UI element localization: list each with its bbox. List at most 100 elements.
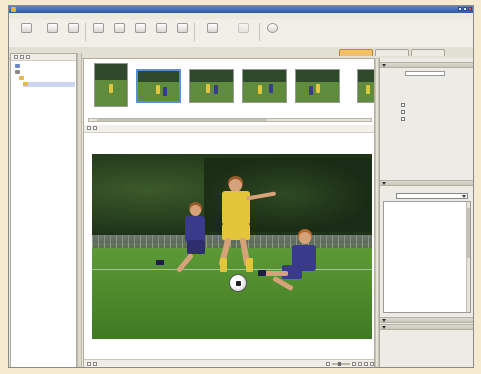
property-row bbox=[383, 88, 471, 92]
toolbar-label bbox=[130, 35, 150, 39]
help-button[interactable] bbox=[262, 23, 282, 45]
view-button[interactable] bbox=[172, 23, 192, 45]
photo-grass bbox=[92, 248, 372, 339]
section-header-information[interactable] bbox=[380, 180, 473, 186]
menu-item[interactable] bbox=[58, 14, 66, 18]
player-sock bbox=[156, 260, 164, 265]
folder-panel bbox=[10, 53, 77, 367]
filmstrip-thumbnail[interactable] bbox=[242, 69, 287, 103]
edit-button[interactable] bbox=[197, 23, 227, 45]
tree-item-drive[interactable] bbox=[15, 70, 75, 75]
zoom-out-icon[interactable] bbox=[326, 362, 330, 366]
information-scroll-thumb[interactable] bbox=[467, 208, 470, 258]
import-button[interactable] bbox=[63, 23, 83, 45]
slideshow-button[interactable] bbox=[130, 23, 150, 45]
menu-item[interactable] bbox=[49, 14, 56, 18]
folder-refresh-button[interactable] bbox=[26, 55, 30, 59]
folder-panel-toolbar bbox=[11, 54, 76, 61]
section-header-properties[interactable] bbox=[380, 62, 473, 68]
print-button[interactable] bbox=[88, 23, 108, 45]
folder-new-button[interactable] bbox=[20, 55, 24, 59]
thumb-figure bbox=[163, 87, 167, 96]
disabled-tool-icon bbox=[238, 23, 249, 33]
mail-button[interactable] bbox=[109, 23, 129, 45]
zoom-slider-knob[interactable] bbox=[338, 362, 341, 366]
name-field[interactable] bbox=[405, 71, 445, 76]
thumb-background bbox=[95, 64, 127, 80]
camera-control-button[interactable] bbox=[11, 23, 41, 45]
thumb-background bbox=[243, 70, 286, 83]
maximize-button[interactable] bbox=[463, 7, 467, 11]
panel-splitter[interactable] bbox=[77, 53, 82, 367]
collapse-arrow-icon bbox=[382, 319, 386, 322]
thumb-figure bbox=[309, 86, 313, 95]
fit-window-icon[interactable] bbox=[358, 362, 362, 366]
collapse-arrow-icon bbox=[382, 326, 386, 329]
toolbar-separator bbox=[85, 23, 86, 41]
main-toolbar bbox=[9, 19, 473, 48]
filmstrip-thumbnail[interactable] bbox=[295, 69, 340, 103]
zoom-slider[interactable] bbox=[332, 362, 350, 366]
player-head bbox=[299, 232, 311, 244]
transfer-icon bbox=[47, 23, 58, 33]
tree-item-folder-selected[interactable] bbox=[23, 82, 75, 87]
toolbar-label bbox=[42, 35, 62, 39]
tab-view-mode[interactable] bbox=[411, 49, 445, 56]
option-checkbox[interactable] bbox=[401, 103, 405, 107]
section-header-collapsed[interactable] bbox=[380, 324, 473, 330]
actual-size-icon[interactable] bbox=[370, 362, 374, 366]
show-select[interactable] bbox=[396, 193, 468, 199]
folder-icon bbox=[19, 76, 24, 80]
title-bar bbox=[9, 6, 473, 13]
toolbar-label bbox=[88, 35, 108, 39]
tab-view-mode[interactable] bbox=[375, 49, 409, 56]
filmstrip-thumbnail[interactable] bbox=[136, 69, 181, 103]
toolbar-label bbox=[109, 35, 129, 39]
browse-button[interactable] bbox=[151, 23, 171, 45]
main-photo bbox=[92, 154, 372, 339]
thumb-figure bbox=[214, 85, 218, 94]
tab-view-mode[interactable] bbox=[339, 49, 373, 56]
information-scrollbar[interactable] bbox=[466, 202, 470, 312]
player-head bbox=[190, 205, 201, 216]
menu-item[interactable] bbox=[68, 14, 75, 18]
slideshow-icon bbox=[135, 23, 146, 33]
close-button[interactable] bbox=[468, 7, 472, 11]
drive-icon bbox=[15, 70, 20, 74]
minimize-button[interactable] bbox=[458, 7, 462, 11]
menu-item[interactable] bbox=[40, 14, 47, 18]
filmstrip-thumbnail[interactable] bbox=[357, 69, 374, 103]
toolbar-separator bbox=[259, 23, 260, 41]
menu-item[interactable] bbox=[31, 14, 38, 18]
toolbar-label bbox=[262, 35, 282, 39]
menu-item[interactable] bbox=[13, 14, 20, 18]
print-icon bbox=[93, 23, 104, 33]
ball-patch bbox=[236, 281, 241, 286]
filmstrip-thumbnail[interactable] bbox=[94, 63, 128, 107]
folder-up-button[interactable] bbox=[14, 55, 18, 59]
import-icon bbox=[68, 23, 79, 33]
next-image-button[interactable] bbox=[93, 362, 97, 366]
tree-item-folder[interactable] bbox=[19, 76, 75, 81]
filmstrip-scroll-thumb[interactable] bbox=[97, 119, 267, 121]
option-checkbox[interactable] bbox=[401, 117, 405, 121]
player-shorts bbox=[187, 240, 205, 254]
previous-image-button[interactable] bbox=[87, 362, 91, 366]
tree-item-computer[interactable] bbox=[15, 64, 75, 69]
edit-icon bbox=[207, 23, 218, 33]
zoom-in-icon[interactable] bbox=[352, 362, 356, 366]
filmstrip-thumbnail[interactable] bbox=[189, 69, 234, 103]
thumb-figure bbox=[109, 84, 113, 93]
rotate-right-icon[interactable] bbox=[93, 126, 97, 130]
full-screen-icon[interactable] bbox=[364, 362, 368, 366]
information-list bbox=[383, 201, 471, 313]
option-checkbox[interactable] bbox=[401, 110, 405, 114]
menu-item[interactable] bbox=[22, 14, 29, 18]
rotate-left-icon[interactable] bbox=[87, 126, 91, 130]
thumb-background bbox=[138, 71, 179, 83]
section-header-collapsed[interactable] bbox=[380, 317, 473, 323]
disabled-tool-button[interactable] bbox=[228, 23, 258, 45]
transfer-button[interactable] bbox=[42, 23, 62, 45]
filmstrip-scrollbar[interactable] bbox=[88, 118, 372, 122]
toolbar-label bbox=[151, 35, 171, 39]
